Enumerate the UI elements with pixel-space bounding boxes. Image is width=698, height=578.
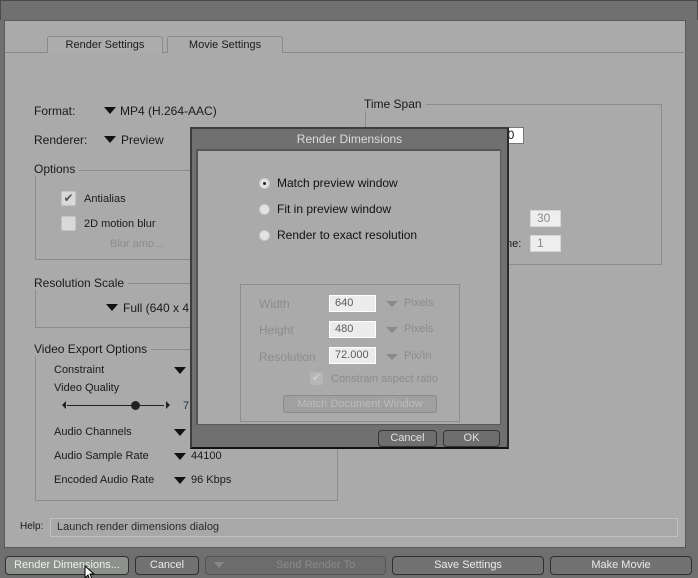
constraint-dropdown[interactable]: [174, 367, 186, 374]
renderer-value[interactable]: Preview: [121, 133, 164, 147]
frame-field[interactable]: 1: [530, 235, 561, 252]
chevron-down-icon: [104, 136, 116, 143]
help-label: Help:: [20, 521, 44, 532]
arrow-left-icon: [62, 401, 66, 409]
height-field[interactable]: 480: [329, 321, 376, 338]
motion-blur-checkbox[interactable]: [61, 216, 76, 231]
resolution-field[interactable]: 72.000: [329, 347, 376, 364]
encoded-audio-rate-value[interactable]: 96 Kbps: [191, 474, 231, 486]
render-dimensions-dialog: Render Dimensions Match preview window F…: [190, 127, 509, 449]
mouse-cursor-icon: [84, 565, 96, 578]
blur-amount-label: Blur amo...: [110, 238, 164, 250]
tab-movie-settings[interactable]: Movie Settings: [167, 36, 283, 53]
resolution-scale-title: Resolution Scale: [34, 276, 129, 290]
help-text: Launch render dimensions dialog: [50, 518, 678, 537]
antialias-checkbox[interactable]: ✔: [61, 191, 76, 206]
time-span-title: Time Span: [364, 97, 426, 111]
radio-exact-resolution[interactable]: [259, 230, 270, 241]
encoded-audio-rate-label: Encoded Audio Rate: [54, 474, 155, 486]
send-render-to-label: Send Render To: [275, 559, 356, 571]
make-movie-button[interactable]: Make Movie: [550, 556, 692, 575]
audio-sample-rate-dropdown[interactable]: [174, 453, 186, 460]
radio-fit-preview[interactable]: [259, 204, 270, 215]
render-dimensions-button[interactable]: Render Dimensions...: [5, 556, 129, 575]
height-label: Height: [259, 323, 294, 337]
format-value[interactable]: MP4 (H.264-AAC): [120, 104, 217, 118]
encoded-audio-rate-dropdown[interactable]: [174, 477, 186, 484]
resolution-unit: Pix/In: [404, 350, 432, 362]
chevron-down-icon: [106, 304, 118, 311]
renderer-label: Renderer:: [34, 133, 88, 147]
dialog-cancel-button[interactable]: Cancel: [378, 430, 437, 447]
send-render-to-button[interactable]: Send Render To: [205, 556, 386, 575]
video-export-title: Video Export Options: [34, 342, 152, 356]
dimensions-box: Width 640 Pixels Height 480 Pixels Resol…: [240, 284, 460, 422]
format-label: Format:: [34, 104, 76, 118]
video-quality-slider-track[interactable]: [67, 405, 164, 406]
radio-fit-preview-label[interactable]: Fit in preview window: [277, 202, 391, 216]
window-frame: [0, 0, 698, 20]
dialog-ok-button[interactable]: OK: [443, 430, 500, 447]
width-unit: Pixels: [404, 297, 434, 309]
audio-sample-rate-value[interactable]: 44100: [191, 450, 222, 462]
antialias-label: Antialias: [84, 193, 126, 205]
chevron-down-icon: [174, 367, 186, 374]
radio-match-preview-label[interactable]: Match preview window: [277, 176, 398, 190]
width-field[interactable]: 640: [329, 295, 376, 312]
match-document-window-button[interactable]: Match Document Window: [283, 395, 437, 413]
audio-channels-dropdown[interactable]: [174, 429, 186, 436]
radio-exact-resolution-label[interactable]: Render to exact resolution: [277, 228, 417, 242]
radio-match-preview[interactable]: [259, 178, 270, 189]
chevron-down-icon[interactable]: [386, 301, 398, 307]
arrow-right-icon: [166, 401, 170, 409]
constraint-label: Constraint: [54, 364, 105, 376]
slider-left-arrow[interactable]: [62, 401, 66, 409]
resolution-scale-value[interactable]: Full (640 x 4: [123, 301, 189, 315]
constrain-checkbox[interactable]: ✔: [310, 372, 323, 385]
chevron-down-icon[interactable]: [386, 327, 398, 333]
check-icon: ✔: [63, 191, 74, 205]
chevron-down-icon: [214, 562, 224, 568]
resolution-label: Resolution: [259, 350, 316, 364]
dialog-title: Render Dimensions: [296, 132, 403, 146]
cancel-button[interactable]: Cancel: [135, 556, 199, 575]
chevron-down-icon: [174, 453, 186, 460]
slider-right-arrow[interactable]: [166, 401, 170, 409]
constrain-label: Constrain aspect ratio: [331, 373, 438, 385]
dialog-body: Match preview window Fit in preview wind…: [196, 149, 501, 425]
chevron-down-icon: [174, 429, 186, 436]
fps-field[interactable]: 30: [530, 210, 561, 227]
format-dropdown[interactable]: [104, 107, 116, 114]
chevron-down-icon: [174, 477, 186, 484]
audio-channels-label: Audio Channels: [54, 426, 132, 438]
renderer-dropdown[interactable]: [104, 136, 116, 143]
video-quality-value: 7: [183, 400, 190, 412]
tab-render-settings[interactable]: Render Settings: [47, 36, 163, 53]
video-quality-label: Video Quality: [54, 382, 120, 394]
chevron-down-icon: [104, 107, 116, 114]
resolution-scale-dropdown[interactable]: [106, 304, 118, 311]
chevron-down-icon[interactable]: [386, 354, 398, 360]
motion-blur-label: 2D motion blur: [84, 218, 156, 230]
options-title: Options: [34, 162, 80, 176]
height-unit: Pixels: [404, 323, 434, 335]
check-icon: ✔: [311, 372, 322, 384]
width-label: Width: [259, 297, 290, 311]
save-settings-button[interactable]: Save Settings: [392, 556, 544, 575]
audio-sample-rate-label: Audio Sample Rate: [54, 450, 149, 462]
